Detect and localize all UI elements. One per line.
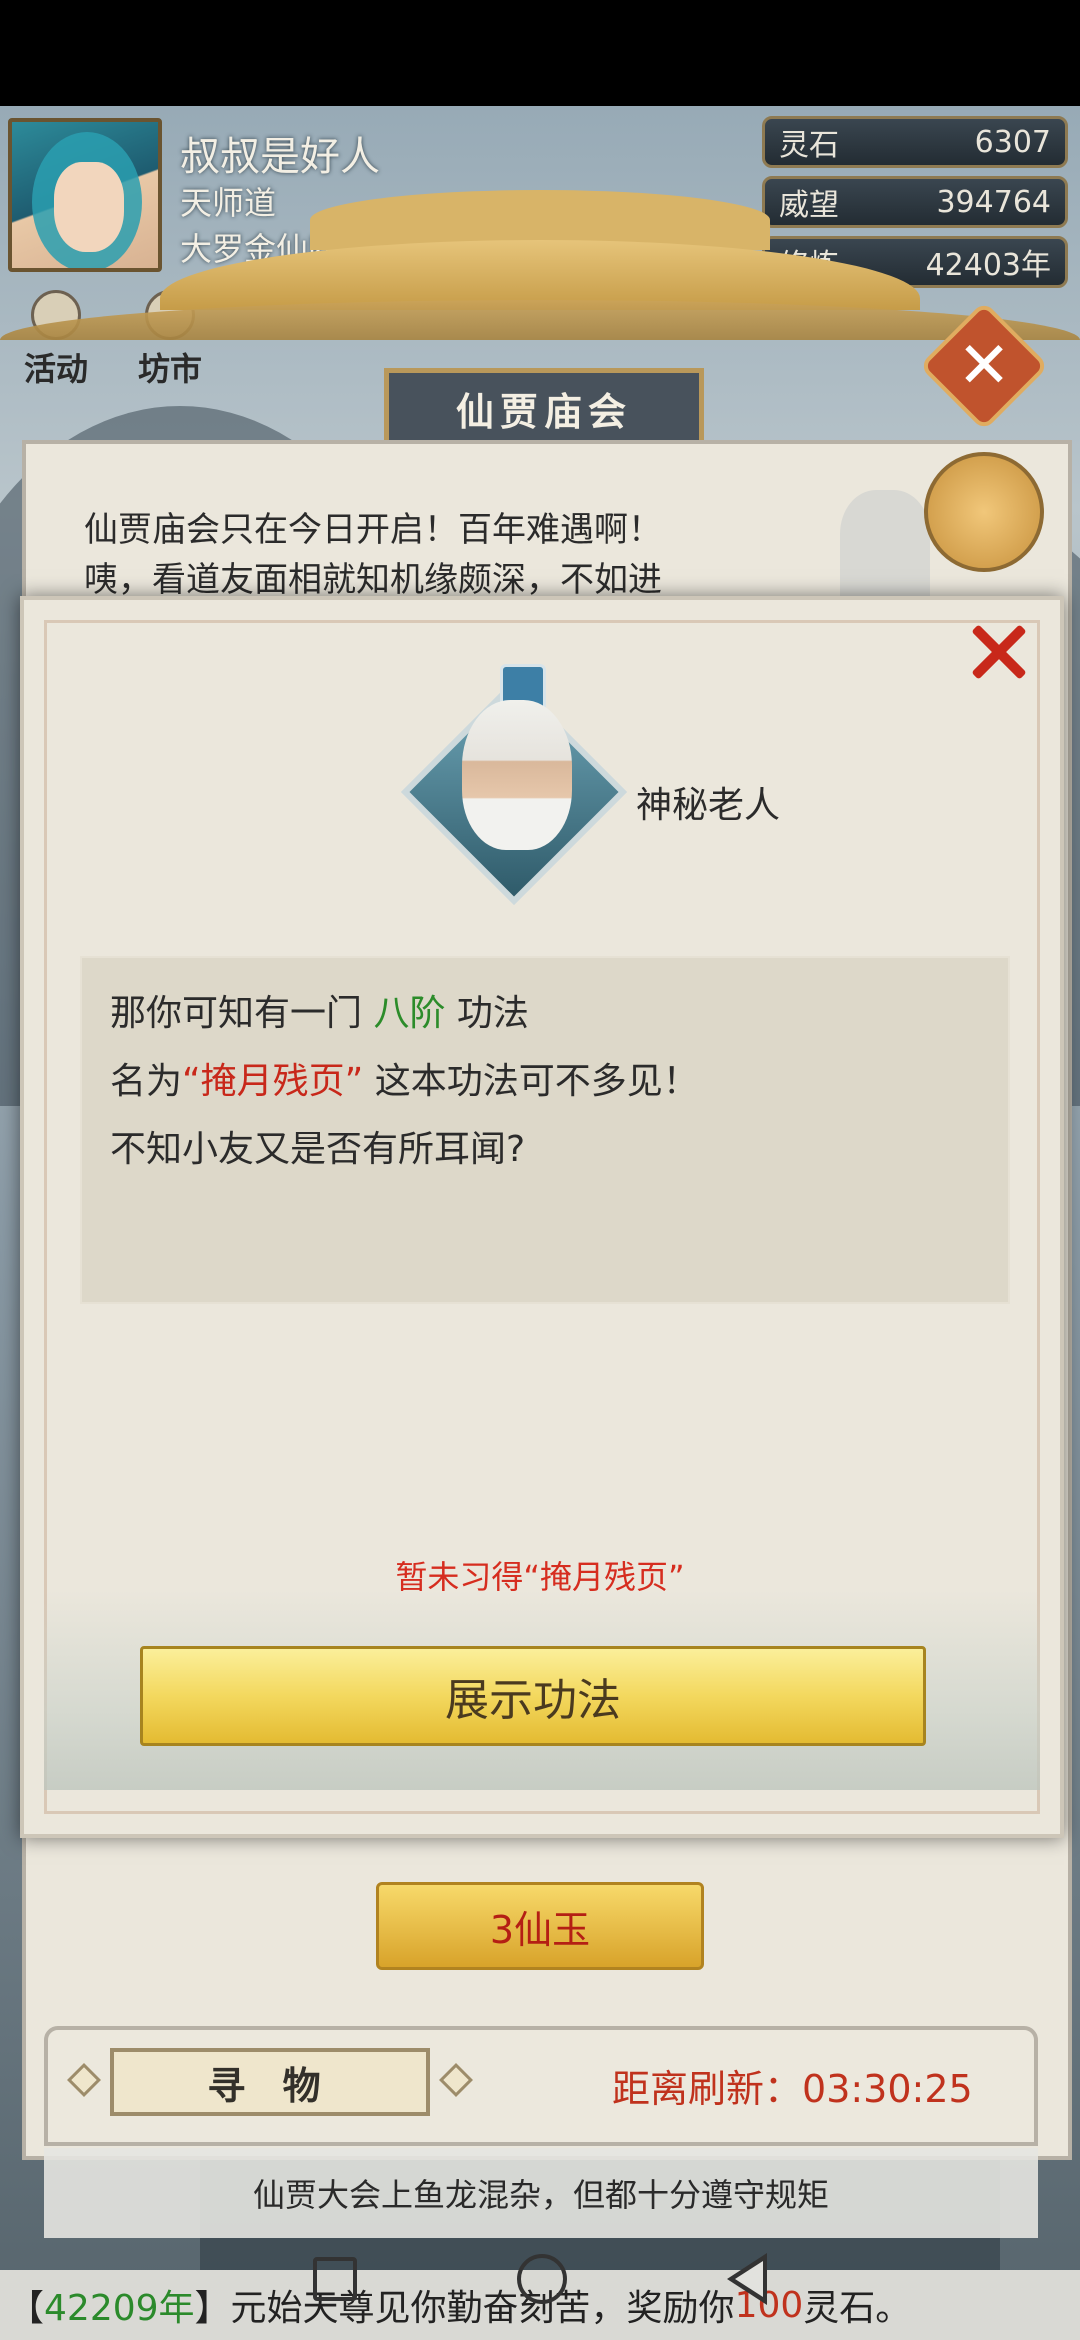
- buy-button[interactable]: 3仙玉: [376, 1882, 704, 1970]
- status-bar: [0, 0, 1080, 106]
- line-highlight: 八阶: [373, 993, 446, 1034]
- seek-tag: 寻 物: [110, 2048, 430, 2116]
- show-skill-button[interactable]: 展示功法: [140, 1646, 926, 1746]
- stat-value: 6307: [974, 124, 1051, 160]
- line-highlight: “掩月残页”: [182, 1061, 364, 1102]
- line-text: 这本功法可不多见！: [363, 1061, 699, 1102]
- scroll-icon[interactable]: [924, 452, 1044, 572]
- player-avatar[interactable]: [8, 118, 162, 272]
- dialog-close-button[interactable]: [968, 622, 1028, 682]
- stat-spirit-stone: 灵石 6307: [762, 116, 1068, 168]
- line-text: 那你可知有一门: [110, 993, 374, 1034]
- npc-name: 神秘老人: [636, 785, 781, 826]
- refresh-time: 03:30:25: [802, 2067, 973, 2111]
- back-icon[interactable]: [727, 2253, 767, 2305]
- skill-status-notice: 暂未习得“掩月残页”: [395, 1558, 685, 1596]
- home-icon[interactable]: [517, 2254, 567, 2304]
- refresh-timer: 距离刷新：03:30:25: [612, 2058, 973, 2113]
- line-text: 功法: [445, 993, 529, 1034]
- refresh-label: 距离刷新：: [612, 2067, 803, 2111]
- stat-value: 394764: [936, 184, 1051, 220]
- quick-label: 活动: [23, 350, 88, 388]
- fair-intro-line: 咦，看道友面相就知机缘颇深，不如进: [84, 560, 662, 600]
- fair-intro-line: 仙贾庙会只在今日开启！百年难遇啊！: [84, 510, 662, 550]
- line-text: 不知小友又是否有所耳闻?: [110, 1129, 526, 1170]
- stat-value: 42403年: [925, 248, 1051, 283]
- player-name: 叔叔是好人: [180, 134, 380, 180]
- quick-activity-button[interactable]: 活动: [16, 290, 96, 390]
- recent-apps-icon[interactable]: [313, 2257, 357, 2301]
- npc-portrait: [462, 700, 572, 850]
- dialog-line: 那你可知有一门 八阶 功法: [110, 984, 529, 1036]
- temple-roof: [160, 190, 920, 310]
- dialog-line: 不知小友又是否有所耳闻?: [110, 1120, 525, 1172]
- close-icon: ✕: [957, 329, 1011, 403]
- android-nav-bar: [0, 2218, 1080, 2340]
- stat-label: 灵石: [779, 128, 839, 163]
- line-text: 名为: [110, 1061, 183, 1102]
- old-man-portrait: [840, 490, 930, 600]
- dialog-line: 名为“掩月残页” 这本功法可不多见！: [110, 1052, 699, 1104]
- quick-label: 坊市: [137, 350, 202, 388]
- banner-title: 仙贾庙会: [384, 368, 704, 448]
